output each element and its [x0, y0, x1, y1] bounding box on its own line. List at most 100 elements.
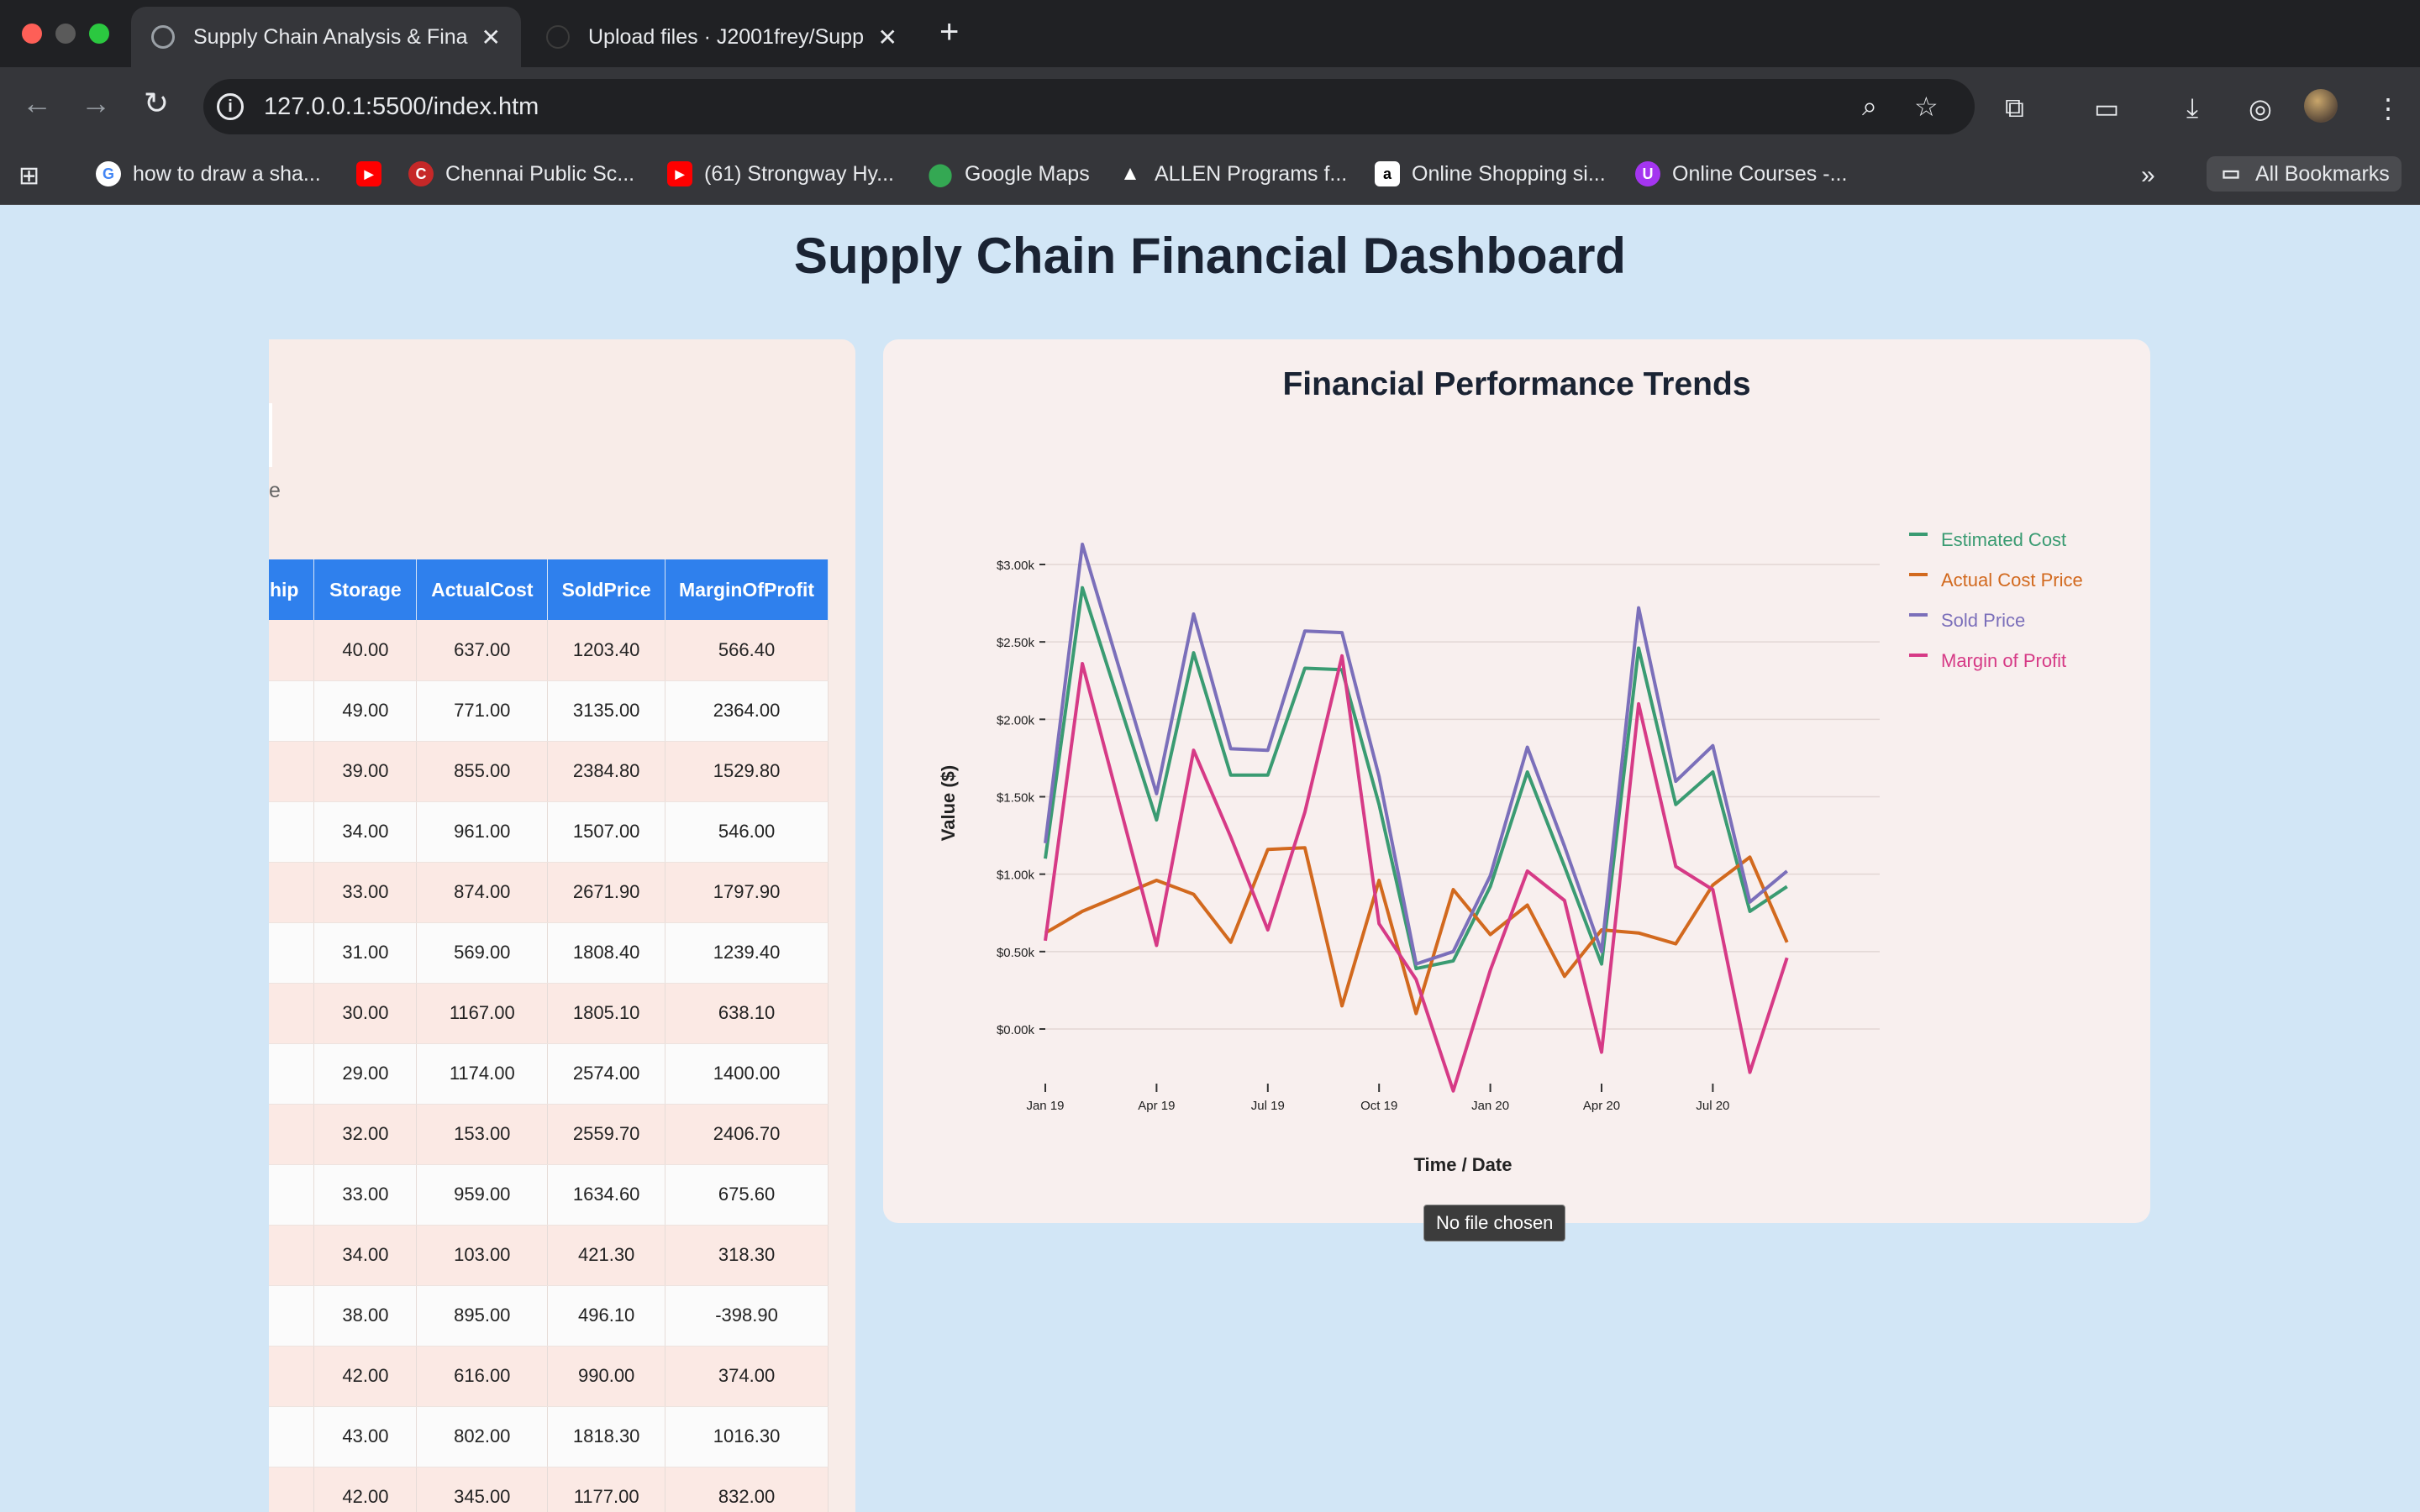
table-cell: 42.00	[313, 1346, 418, 1407]
reload-button[interactable]: ↻	[136, 86, 176, 121]
x-tick-label: Jul 19	[1251, 1099, 1285, 1113]
more-bookmarks-icon[interactable]: »	[2141, 161, 2155, 190]
back-button[interactable]: ←	[17, 86, 57, 121]
tab-supply-chain[interactable]: Supply Chain Analysis & Finan ✕	[131, 7, 521, 67]
url-text: 127.0.0.1:5500/index.htm	[264, 93, 539, 120]
table-row: 33.00 959.00 1634.60 675.60	[269, 1164, 829, 1226]
table-cell: 1808.40	[547, 922, 666, 984]
table-cell: 40.00	[313, 620, 418, 681]
all-bookmarks-button[interactable]: ▭ All Bookmarks	[2207, 156, 2402, 192]
performance-icon[interactable]: ◎	[2249, 92, 2272, 124]
y-axis-label: Value ($)	[938, 765, 959, 841]
table-row: 43.00 802.00 1818.30 1016.30	[269, 1406, 829, 1467]
bookmark-item[interactable]: C Chennai Public Sc...	[408, 161, 634, 186]
column-header[interactable]: SoldPrice	[547, 559, 666, 620]
address-bar[interactable]: i 127.0.0.1:5500/index.htm ⌕ ☆	[203, 79, 1975, 134]
table-cell: 2574.00	[547, 1043, 666, 1105]
series-line-4	[1044, 654, 1789, 1093]
star-icon[interactable]: ☆	[1914, 91, 1939, 123]
table-row: 39.00 855.00 2384.80 1529.80	[269, 741, 829, 802]
table-row: 34.00 103.00 421.30 318.30	[269, 1225, 829, 1286]
table-cell: 1818.30	[547, 1406, 666, 1467]
table-cell: 771.00	[416, 680, 549, 742]
y-tick-label: $1.50k	[997, 791, 1035, 806]
table-cell	[269, 620, 315, 681]
table-cell: 895.00	[416, 1285, 549, 1347]
minimize-window-button[interactable]	[55, 24, 76, 44]
table-cell	[269, 1285, 315, 1347]
maximize-window-button[interactable]	[89, 24, 109, 44]
table-cell: 638.10	[665, 983, 829, 1044]
school-icon: C	[408, 161, 434, 186]
new-tab-button[interactable]: +	[939, 13, 959, 51]
youtube-icon: ▶	[356, 161, 381, 186]
table-cell	[269, 1043, 315, 1105]
table-cell: 374.00	[665, 1346, 829, 1407]
forward-button[interactable]: →	[76, 86, 116, 121]
zoom-icon[interactable]: ⌕	[1862, 91, 1877, 123]
legend-item[interactable]: Margin of Profit	[1941, 650, 2066, 671]
legend-item[interactable]: Estimated Cost	[1941, 529, 2066, 550]
bookmark-item[interactable]: ⬤ Google Maps	[928, 161, 1089, 186]
table-cell: 34.00	[313, 801, 418, 863]
line-chart: $0.00k $0.50k $1.00k $1.50k $2.00k $2.50k $3.0…	[938, 529, 2083, 1175]
bookmark-item[interactable]: ▶	[356, 161, 393, 186]
download-icon[interactable]: ⤓	[2186, 92, 2198, 124]
bookmark-item[interactable]: G how to draw a sha...	[96, 161, 321, 186]
site-info-icon[interactable]: i	[217, 93, 244, 120]
y-tick-label: $3.00k	[997, 559, 1035, 573]
table-cell: 546.00	[665, 801, 829, 863]
bookmark-item[interactable]: ▲ ALLEN Programs f...	[1118, 161, 1347, 186]
tab-title: Upload files · J2001frey/Supp	[588, 24, 864, 49]
apps-icon[interactable]: ⊞	[18, 161, 39, 191]
table-cell: 1177.00	[547, 1467, 666, 1512]
table-cell	[269, 1225, 315, 1286]
x-tick-label: Jan 19	[1026, 1099, 1064, 1113]
table-cell	[269, 1164, 315, 1226]
column-header[interactable]: Storage	[313, 559, 418, 620]
file-input-edge[interactable]	[269, 403, 272, 467]
tab-upload-files[interactable]: Upload files · J2001frey/Supp ✕	[526, 7, 918, 67]
legend-item[interactable]: Actual Cost Price	[1941, 570, 2083, 591]
table-cell: 33.00	[313, 1164, 418, 1226]
bookmark-item[interactable]: ▶ (61) Strongway Hy...	[667, 161, 894, 186]
table-cell: 874.00	[416, 862, 549, 923]
table-cell: 959.00	[416, 1164, 549, 1226]
close-icon[interactable]: ✕	[481, 24, 501, 51]
menu-icon[interactable]: ⋮	[2375, 92, 2402, 124]
table-cell: 1529.80	[665, 741, 829, 802]
extensions-icon[interactable]: ⧉	[2005, 92, 2024, 124]
close-window-button[interactable]	[22, 24, 42, 44]
legend-item[interactable]: Sold Price	[1941, 610, 2025, 631]
table-cell: 1016.30	[665, 1406, 829, 1467]
table-row: 38.00 895.00 496.10 -398.90	[269, 1285, 829, 1347]
table-cell: 34.00	[313, 1225, 418, 1286]
table-cell: 2364.00	[665, 680, 829, 742]
column-header[interactable]: hip	[269, 559, 315, 620]
table-row: 29.00 1174.00 2574.00 1400.00	[269, 1043, 829, 1105]
profile-avatar[interactable]	[2304, 89, 2338, 123]
text-fragment: e	[269, 479, 281, 502]
browser-toolbar: ← → ↻ i 127.0.0.1:5500/index.htm ⌕ ☆ ⧉ ▭…	[0, 67, 2420, 146]
table-cell: 32.00	[313, 1104, 418, 1165]
bookmark-item[interactable]: a Online Shopping si...	[1375, 161, 1606, 186]
table-cell: 566.40	[665, 620, 829, 681]
table-cell: 31.00	[313, 922, 418, 984]
table-cell: 1634.60	[547, 1164, 666, 1226]
column-header[interactable]: ActualCost	[416, 559, 549, 620]
table-cell	[269, 1104, 315, 1165]
column-header[interactable]: MarginOfProfit	[665, 559, 829, 620]
table-cell: 832.00	[665, 1467, 829, 1512]
bookmark-item[interactable]: U Online Courses -...	[1635, 161, 1847, 186]
table-cell	[269, 1406, 315, 1467]
table-cell: 49.00	[313, 680, 418, 742]
close-icon[interactable]: ✕	[878, 24, 897, 51]
table-row: 49.00 771.00 3135.00 2364.00	[269, 680, 829, 742]
table-cell	[269, 1467, 315, 1512]
table-cell: 802.00	[416, 1406, 549, 1467]
udemy-icon: U	[1635, 161, 1660, 186]
table-cell: 33.00	[313, 862, 418, 923]
media-icon[interactable]: ▭	[2094, 92, 2119, 124]
tab-title: Supply Chain Analysis & Finan	[193, 24, 468, 49]
table-cell: 43.00	[313, 1406, 418, 1467]
